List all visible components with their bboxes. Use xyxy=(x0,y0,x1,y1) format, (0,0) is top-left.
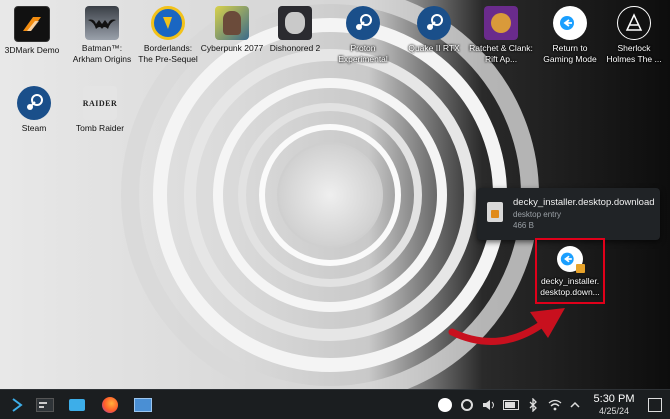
desktop-icon-steam[interactable]: Steam xyxy=(2,86,66,134)
file-manager-icon[interactable] xyxy=(68,394,86,416)
desktop-icon-label: Sherlock Holmes The ... xyxy=(606,43,662,64)
desktop-icon-dishonored[interactable]: Dishonored 2 xyxy=(263,6,327,54)
desktop-icon-ratchet[interactable]: Ratchet & Clank: Rift Ap... xyxy=(469,6,533,65)
tooltip-size: 466 B xyxy=(513,221,534,230)
desktop-icon-cyberpunk[interactable]: Cyberpunk 2077 xyxy=(200,6,264,54)
desktop[interactable]: 3DMark Demo Batman™: Arkham Origins Bord… xyxy=(0,0,670,389)
steam-icon[interactable] xyxy=(436,394,454,416)
battery-icon[interactable] xyxy=(502,394,520,416)
show-desktop-button[interactable] xyxy=(646,394,664,416)
lock-icon xyxy=(576,264,585,273)
tooltip-type: desktop entry xyxy=(513,210,562,219)
desktop-icon-proton[interactable]: Proton Experimental xyxy=(331,6,395,65)
selected-file-label-line2: desktop.down... xyxy=(540,287,600,297)
file-icon xyxy=(487,202,503,222)
dishonored-icon xyxy=(278,6,312,40)
desktop-icon-label: Tomb Raider xyxy=(75,123,125,133)
batman-icon xyxy=(85,6,119,40)
tomb-raider-icon: RAIDER xyxy=(83,86,117,120)
desktop-icon-label: Ratchet & Clank: Rift Ap... xyxy=(469,43,533,64)
desktop-icon-borderlands[interactable]: Borderlands: The Pre-Sequel xyxy=(136,6,200,65)
update-icon[interactable] xyxy=(458,394,476,416)
borderlands-icon xyxy=(151,6,185,40)
bluetooth-icon[interactable] xyxy=(524,394,542,416)
ratchet-icon xyxy=(484,6,518,40)
taskbar: 5:30 PM 4/25/24 xyxy=(0,389,670,419)
desktop-icon-label: Batman™: Arkham Origins xyxy=(72,43,132,64)
desktop-icon-label: 3DMark Demo xyxy=(4,45,60,55)
chevron-up-icon[interactable] xyxy=(567,394,583,416)
steam-icon xyxy=(417,6,451,40)
desktop-icon-return-gaming[interactable]: Return to Gaming Mode xyxy=(538,6,602,65)
file-tooltip: decky_installer.desktop.download desktop… xyxy=(477,188,660,240)
desktop-icon-label: Steam xyxy=(21,123,47,133)
desktop-icon-label: Proton Experimental xyxy=(338,43,388,64)
clock-time[interactable]: 5:30 PM xyxy=(588,393,640,405)
steam-icon xyxy=(346,6,380,40)
desktop-icon-label: Borderlands: The Pre-Sequel xyxy=(138,43,198,64)
3dmark-icon xyxy=(14,6,50,42)
terminal-icon[interactable] xyxy=(36,394,54,416)
desktop-icon-label: Dishonored 2 xyxy=(269,43,321,53)
desktop-icon-batman[interactable]: Batman™: Arkham Origins xyxy=(70,6,134,65)
selected-file-label-line1: decky_installer. xyxy=(540,276,600,286)
app-launcher-icon[interactable] xyxy=(8,394,26,416)
firefox-icon[interactable] xyxy=(100,394,120,416)
desktop-icon-label: Cyberpunk 2077 xyxy=(200,43,264,53)
desktop-icon-3dmark[interactable]: 3DMark Demo xyxy=(0,6,64,56)
steam-icon xyxy=(17,86,51,120)
tooltip-filename: decky_installer.desktop.download xyxy=(513,197,655,208)
volume-icon[interactable] xyxy=(480,394,498,416)
desktop-icon-sherlock[interactable]: Sherlock Holmes The ... xyxy=(602,6,666,65)
desktop-icon-label: Return to Gaming Mode xyxy=(543,43,597,64)
return-icon xyxy=(553,6,587,40)
wifi-icon[interactable] xyxy=(546,394,564,416)
selected-file-icon[interactable]: decky_installer. desktop.down... xyxy=(535,238,605,304)
return-icon xyxy=(557,246,585,273)
desktop-icon-label: Quake II RTX xyxy=(408,43,460,53)
desktop-icon-quake[interactable]: Quake II RTX xyxy=(402,6,466,54)
sherlock-icon xyxy=(617,6,651,40)
window-icon[interactable] xyxy=(133,394,153,416)
desktop-icon-tomb-raider[interactable]: RAIDER Tomb Raider xyxy=(68,86,132,134)
cyberpunk-icon xyxy=(215,6,249,40)
clock-date[interactable]: 4/25/24 xyxy=(588,406,640,416)
